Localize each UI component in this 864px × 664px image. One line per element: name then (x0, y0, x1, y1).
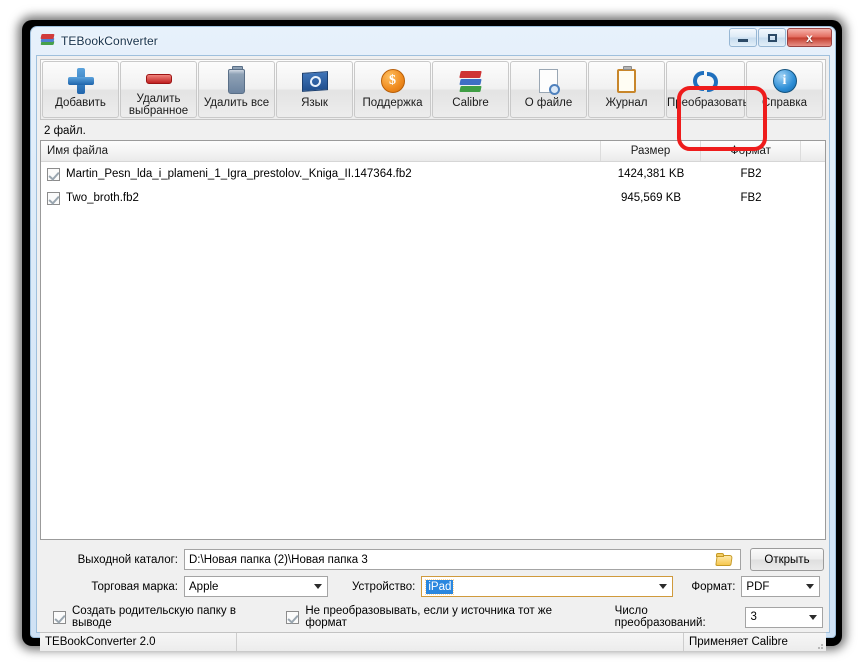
column-header-name[interactable]: Имя файла (41, 141, 601, 161)
minus-icon (145, 66, 172, 92)
calibre-button-label: Calibre (452, 97, 489, 109)
clipboard-icon (617, 66, 636, 96)
screen: TEBookConverter x Добавить Удалить выбра… (0, 0, 864, 664)
file-info-button[interactable]: О файле (510, 61, 587, 118)
device-settings-row: Торговая марка: Apple Устройство: iPad Ф… (40, 576, 826, 597)
skip-same-format-label: Не преобразовывать, если у источника тот… (305, 605, 552, 629)
dollar-glyph: $ (380, 69, 405, 93)
help-button[interactable]: i Справка (746, 61, 823, 118)
checkbox-box[interactable] (53, 610, 66, 624)
help-button-label: Справка (761, 97, 808, 109)
un-flag-icon (301, 66, 328, 96)
add-button-label: Добавить (55, 97, 106, 109)
chevron-down-icon[interactable] (654, 577, 672, 596)
create-parent-folder-label: Создать родительскую папку в выводе (72, 605, 236, 629)
file-name-cell: Martin_Pesn_lda_i_plameni_1_Igra_prestol… (41, 167, 601, 181)
conversions-value: 3 (750, 611, 757, 623)
device-value: iPad (425, 578, 455, 595)
remove-selected-button[interactable]: Удалить выбранное (120, 61, 197, 118)
language-button-label: Язык (301, 97, 328, 109)
toolbar: Добавить Удалить выбранное Удалить все Я… (40, 59, 826, 120)
convert-arrows-icon (693, 66, 718, 96)
file-list[interactable]: Имя файла Размер Формат Martin_Pesn_lda_… (40, 140, 826, 540)
calibre-button[interactable]: Calibre (432, 61, 509, 118)
brand-label: Торговая марка: (91, 580, 178, 593)
output-dir-value: D:\Новая папка (2)\Новая папка 3 (189, 553, 368, 566)
file-size-cell: 1424,381 KB (617, 168, 685, 180)
checkbox-box[interactable] (286, 610, 300, 624)
file-name-text: Martin_Pesn_lda_i_plameni_1_Igra_prestol… (66, 168, 412, 180)
format-select[interactable]: PDF (741, 576, 821, 597)
device-label: Устройство: (352, 580, 416, 593)
convert-button[interactable]: Преобразовать (666, 61, 749, 118)
maximize-button[interactable] (758, 28, 786, 47)
dollar-coin-icon: $ (380, 66, 405, 96)
file-format-cell: FB2 (740, 168, 762, 180)
plus-icon (67, 66, 94, 96)
log-button-label: Журнал (605, 97, 648, 109)
status-version: TEBookConverter 2.0 (45, 636, 156, 648)
folder-icon[interactable] (716, 552, 733, 567)
window-title: TEBookConverter (61, 34, 158, 48)
conversions-select[interactable]: 3 (745, 606, 824, 628)
chevron-down-icon[interactable] (309, 577, 327, 596)
books-stack-icon (39, 33, 55, 49)
file-count-label: 2 файл. (40, 122, 826, 140)
file-format-cell: FB2 (740, 192, 762, 204)
books-icon (458, 66, 484, 96)
output-dir-row: Выходной каталог: D:\Новая папка (2)\Нов… (40, 548, 826, 571)
info-icon: i (772, 66, 797, 96)
file-info-button-label: О файле (524, 97, 573, 109)
close-icon: x (806, 30, 813, 45)
format-value: PDF (746, 580, 770, 593)
resize-grip-icon[interactable] (814, 640, 824, 650)
options-row: Создать родительскую папку в выводе Не п… (53, 605, 824, 629)
brand-value: Apple (189, 580, 219, 593)
row-checkbox[interactable] (47, 167, 60, 181)
brand-select[interactable]: Apple (184, 576, 328, 597)
trash-bin-icon (228, 65, 245, 96)
status-engine: Применяет Calibre (689, 636, 788, 648)
title-bar: TEBookConverter x (31, 27, 835, 55)
skip-same-format-checkbox[interactable]: Не преобразовывать, если у источника тот… (286, 605, 590, 629)
remove-all-button[interactable]: Удалить все (198, 61, 275, 118)
conversions-label: Число преобразований: (614, 605, 706, 629)
output-dir-input[interactable]: D:\Новая папка (2)\Новая папка 3 (184, 549, 741, 570)
open-button[interactable]: Открыть (750, 548, 824, 571)
settings-panel: Выходной каталог: D:\Новая папка (2)\Нов… (40, 543, 826, 629)
table-row[interactable]: Martin_Pesn_lda_i_plameni_1_Igra_prestol… (41, 162, 825, 186)
table-row[interactable]: Two_broth.fb2 945,569 KB FB2 (41, 186, 825, 210)
output-dir-label: Выходной каталог: (77, 553, 178, 566)
window-controls: x (728, 28, 832, 47)
close-button[interactable]: x (787, 28, 832, 47)
status-bar: TEBookConverter 2.0 Применяет Calibre (40, 632, 826, 651)
minimize-button[interactable] (729, 28, 757, 47)
remove-all-button-label: Удалить все (203, 97, 270, 109)
format-label: Формат: (691, 580, 736, 593)
client-area: Добавить Удалить выбранное Удалить все Я… (36, 55, 830, 651)
document-magnifier-icon (539, 66, 560, 96)
language-button[interactable]: Язык (276, 61, 353, 118)
file-size-cell: 945,569 KB (620, 192, 682, 204)
column-header-size[interactable]: Размер (601, 141, 701, 161)
convert-button-label: Преобразовать (667, 97, 749, 109)
column-header-format[interactable]: Формат (701, 141, 801, 161)
support-button[interactable]: $ Поддержка (354, 61, 431, 118)
status-middle (237, 633, 683, 651)
log-button[interactable]: Журнал (588, 61, 665, 118)
info-glyph: i (772, 69, 797, 93)
support-button-label: Поддержка (362, 97, 423, 109)
create-parent-folder-checkbox[interactable]: Создать родительскую папку в выводе (53, 605, 274, 629)
file-list-header: Имя файла Размер Формат (41, 141, 825, 162)
chevron-down-icon[interactable] (801, 577, 819, 596)
remove-selected-button-label: Удалить выбранное (128, 93, 189, 117)
file-name-text: Two_broth.fb2 (66, 192, 139, 204)
add-button[interactable]: Добавить (42, 61, 119, 118)
chevron-down-icon[interactable] (804, 608, 822, 627)
device-select[interactable]: iPad (421, 576, 674, 597)
file-name-cell: Two_broth.fb2 (41, 191, 601, 205)
row-checkbox[interactable] (47, 191, 60, 205)
column-header-filler (801, 141, 825, 161)
application-window: TEBookConverter x Добавить Удалить выбра… (30, 26, 836, 651)
